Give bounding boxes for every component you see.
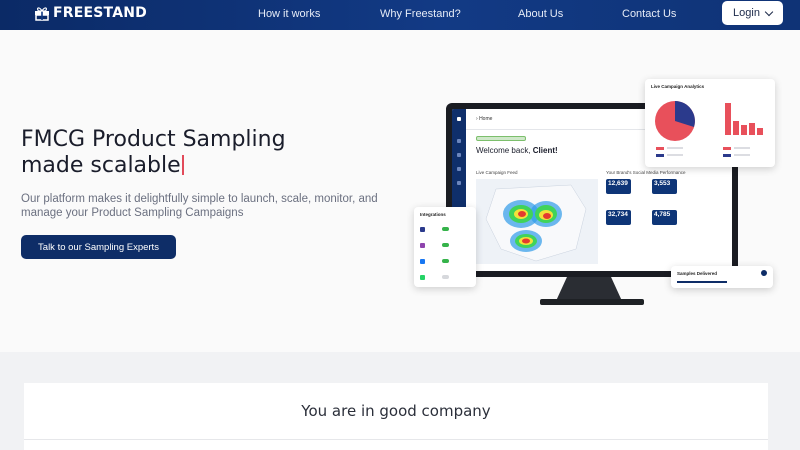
twitter-stat-tile: 3,553 bbox=[652, 179, 677, 194]
social-performance-label: Your Brand's Social Media Performance bbox=[606, 170, 686, 175]
nav-contact-us[interactable]: Contact Us bbox=[622, 8, 676, 20]
integration-row bbox=[420, 256, 462, 266]
integrations-title: Integrations bbox=[420, 212, 446, 217]
integration-toggle[interactable] bbox=[442, 275, 449, 279]
snapchat-stat-tile: 4,785 bbox=[652, 210, 677, 225]
headline-line1: FMCG Product Sampling bbox=[21, 127, 286, 152]
samples-progress-bar bbox=[677, 281, 727, 283]
analytics-chart bbox=[655, 101, 763, 157]
integrations-card: Integrations bbox=[414, 207, 476, 287]
gift-icon bbox=[35, 7, 49, 21]
login-button[interactable]: Login bbox=[722, 1, 783, 25]
analytics-title: Live Campaign Analytics bbox=[651, 84, 705, 89]
integration-row bbox=[420, 272, 462, 282]
integration-row bbox=[420, 224, 462, 234]
login-label: Login bbox=[733, 7, 760, 19]
info-icon bbox=[761, 270, 767, 276]
heatmap-map bbox=[476, 179, 598, 264]
dashboard-home-label: › Home bbox=[476, 116, 493, 122]
samples-delivered-card: Samples Delivered bbox=[671, 266, 773, 288]
typing-caret bbox=[181, 155, 184, 175]
sidebar-nav-icon bbox=[457, 167, 461, 171]
facebook-icon bbox=[420, 258, 425, 264]
instagram-stat-tile: 32,734 bbox=[606, 210, 631, 225]
sidebar-nav-icon bbox=[457, 139, 461, 143]
integration-toggle[interactable] bbox=[442, 259, 449, 263]
sidebar-nav-icon bbox=[457, 181, 461, 185]
good-company-card: You are in good company bbox=[24, 383, 768, 450]
analytics-card: Live Campaign Analytics bbox=[645, 79, 775, 167]
freestand-logo[interactable]: FREESTAND bbox=[34, 5, 147, 21]
good-company-section: You are in good company bbox=[0, 352, 800, 450]
sidebar-nav-icon bbox=[457, 153, 461, 157]
live-feed-label: Live Campaign Feed bbox=[476, 170, 518, 175]
talk-to-experts-button[interactable]: Talk to our Sampling Experts bbox=[21, 235, 176, 259]
brand-name: FREESTAND bbox=[53, 5, 147, 21]
integration-row bbox=[420, 240, 462, 250]
hero-headline: FMCG Product Sampling made scalable bbox=[21, 127, 286, 179]
campaign-status-pill bbox=[476, 136, 526, 141]
nav-how-it-works[interactable]: How it works bbox=[258, 8, 320, 20]
nav-about-us[interactable]: About Us bbox=[518, 8, 563, 20]
integration-toggle[interactable] bbox=[442, 243, 449, 247]
monitor-base bbox=[540, 299, 644, 305]
integration-icon bbox=[420, 242, 425, 248]
facebook-stat-tile: 12,639 bbox=[606, 179, 631, 194]
samples-title: Samples Delivered bbox=[677, 271, 718, 276]
integration-icon bbox=[420, 226, 425, 232]
dashboard-welcome: Welcome back, Client! bbox=[476, 146, 558, 155]
chevron-down-icon bbox=[764, 7, 774, 16]
top-navbar: FREESTAND How it works Why Freestand? Ab… bbox=[0, 0, 800, 30]
nav-why-freestand[interactable]: Why Freestand? bbox=[380, 8, 461, 20]
whatsapp-icon bbox=[420, 274, 425, 280]
section-divider bbox=[24, 439, 768, 440]
sidebar-logo-icon bbox=[457, 117, 461, 121]
hero-subtext: Our platform makes it delightfully simpl… bbox=[21, 193, 378, 219]
headline-line2: made scalable bbox=[21, 153, 181, 178]
good-company-title: You are in good company bbox=[301, 402, 491, 420]
integration-toggle[interactable] bbox=[442, 227, 449, 231]
